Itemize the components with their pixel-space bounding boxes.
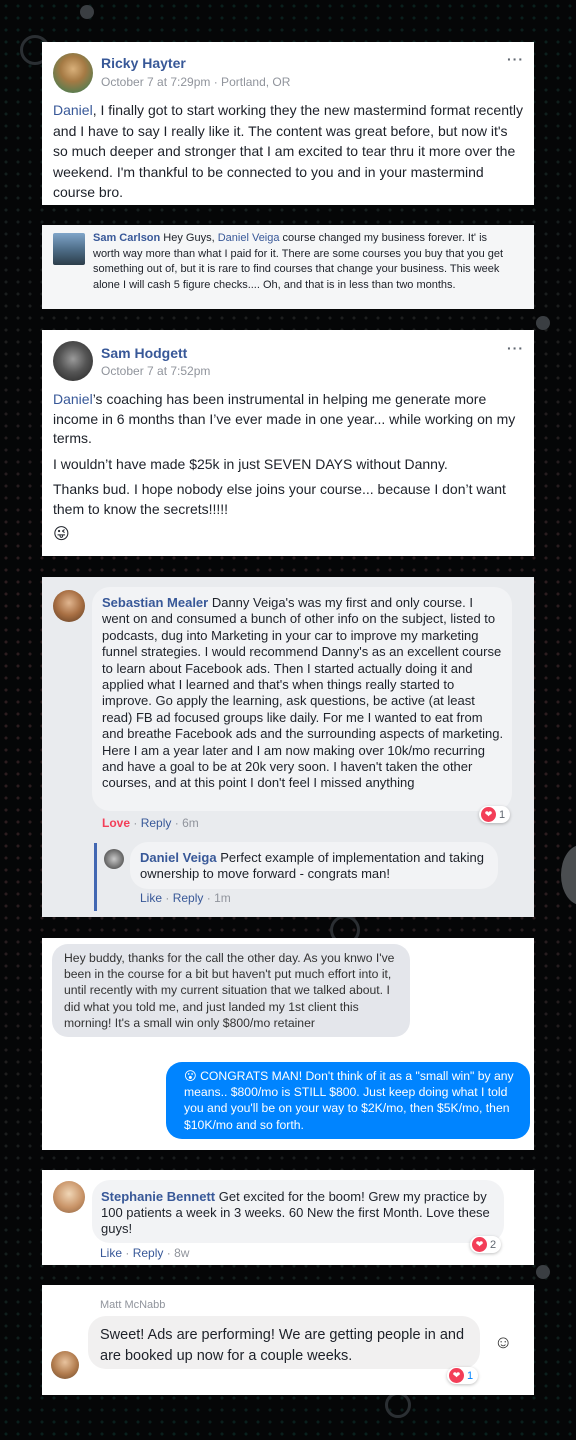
message-card-matt: Matt McNabb Sweet! Ads are performing! W… bbox=[42, 1285, 534, 1395]
more-options-icon[interactable]: ··· bbox=[507, 340, 524, 356]
like-link[interactable]: Like bbox=[140, 891, 162, 905]
post-body: Daniel’s coaching has been instrumental … bbox=[53, 390, 525, 545]
comment-card-sebastian: Sebastian Mealer Danny Veiga's was my fi… bbox=[42, 577, 534, 917]
reaction-count[interactable]: ❤ 1 bbox=[479, 806, 511, 823]
decor-dot bbox=[536, 316, 550, 330]
surprised-emoji-icon: 😮 bbox=[184, 1069, 197, 1083]
post-text: Thanks bud. I hope nobody else joins you… bbox=[53, 481, 506, 517]
comment-actions: Love · Reply · 6m bbox=[102, 816, 199, 830]
reaction-count[interactable]: ❤ 1 bbox=[447, 1367, 479, 1384]
avatar[interactable] bbox=[53, 1181, 85, 1213]
messenger-card: Hey buddy, thanks for the call the other… bbox=[42, 938, 534, 1150]
reply-actions: Like · Reply · 1m bbox=[140, 891, 231, 905]
avatar[interactable] bbox=[53, 233, 85, 265]
reaction-count[interactable]: ❤ 2 bbox=[470, 1236, 502, 1253]
avatar[interactable] bbox=[51, 1351, 79, 1379]
mention-link[interactable]: Daniel Veiga bbox=[218, 232, 280, 244]
post-meta: October 7 at 7:29pm · Portland, OR bbox=[101, 75, 291, 89]
decor-ring bbox=[385, 1392, 411, 1418]
reply-link[interactable]: Reply bbox=[141, 816, 172, 830]
reply-bubble: Daniel Veiga Perfect example of implemen… bbox=[130, 842, 498, 889]
decor-dot bbox=[536, 1265, 550, 1279]
more-options-icon[interactable]: ··· bbox=[507, 51, 524, 67]
comment-body: Sebastian Mealer Danny Veiga's was my fi… bbox=[102, 595, 504, 792]
post-card-sam-hodgett: Sam Hodgett October 7 at 7:52pm ··· Dani… bbox=[42, 330, 534, 556]
post-text: ’s coaching has been instrumental in hel… bbox=[53, 391, 516, 446]
outgoing-message-bubble: 😮 CONGRATS MAN! Don't think of it as a "… bbox=[166, 1062, 530, 1139]
reply-time: 1m bbox=[214, 891, 231, 905]
decor-blob bbox=[561, 845, 576, 905]
reply-link[interactable]: Reply bbox=[133, 1246, 164, 1260]
comment-text: Hey Guys, bbox=[160, 232, 218, 244]
post-text: , I finally got to start working they th… bbox=[53, 102, 523, 200]
heart-icon: ❤ bbox=[481, 807, 496, 822]
sender-name: Matt McNabb bbox=[100, 1299, 166, 1311]
comment-bubble: Sebastian Mealer Danny Veiga's was my fi… bbox=[92, 587, 512, 811]
incoming-message-bubble: Hey buddy, thanks for the call the other… bbox=[52, 944, 410, 1038]
avatar[interactable] bbox=[53, 53, 93, 93]
comment-bubble: Stephanie Bennett Get excited for the bo… bbox=[92, 1180, 504, 1243]
post-text: I wouldn’t have made $25k in just SEVEN … bbox=[53, 455, 448, 472]
heart-icon: ❤ bbox=[449, 1368, 464, 1383]
avatar[interactable] bbox=[104, 849, 124, 869]
comment-actions: Like · Reply · 8w bbox=[100, 1246, 190, 1260]
love-link[interactable]: Love bbox=[102, 816, 130, 830]
comment-body: Stephanie Bennett Get excited for the bo… bbox=[101, 1189, 497, 1238]
comment-card-stephanie: Stephanie Bennett Get excited for the bo… bbox=[42, 1170, 534, 1265]
author-name[interactable]: Ricky Hayter bbox=[101, 55, 186, 71]
author-name[interactable]: Sebastian Mealer bbox=[102, 595, 208, 610]
comment-time: 6m bbox=[182, 816, 199, 830]
mention-link[interactable]: Daniel bbox=[53, 102, 93, 118]
message-bubble: Sweet! Ads are performing! We are gettin… bbox=[88, 1316, 480, 1369]
reply-thread-line bbox=[94, 843, 97, 911]
avatar[interactable] bbox=[53, 341, 93, 381]
reply-link[interactable]: Reply bbox=[173, 891, 204, 905]
author-name[interactable]: Sam Carlson bbox=[93, 232, 160, 244]
post-meta: October 7 at 7:52pm bbox=[101, 364, 211, 378]
comment-text: Danny Veiga's was my first and only cour… bbox=[102, 595, 504, 791]
message-text: CONGRATS MAN! Don't think of it as a "sm… bbox=[184, 1069, 514, 1132]
comment-card-sam-carlson: Sam Carlson Hey Guys, Daniel Veiga cours… bbox=[42, 225, 534, 309]
post-body: Daniel, I finally got to start working t… bbox=[53, 100, 525, 203]
post-card-ricky: Ricky Hayter October 7 at 7:29pm · Portl… bbox=[42, 42, 534, 205]
heart-icon: ❤ bbox=[472, 1237, 487, 1252]
reply-body: Daniel Veiga Perfect example of implemen… bbox=[140, 850, 490, 883]
author-name[interactable]: Stephanie Bennett bbox=[101, 1189, 215, 1204]
winking-tongue-emoji-icon: 😜 bbox=[53, 526, 70, 543]
comment-body: Sam Carlson Hey Guys, Daniel Veiga cours… bbox=[93, 231, 511, 293]
decor-dot bbox=[80, 5, 94, 19]
comment-time: 8w bbox=[174, 1246, 190, 1260]
avatar[interactable] bbox=[53, 590, 85, 622]
add-reaction-smiley-icon[interactable]: ☺ bbox=[494, 1332, 512, 1353]
like-link[interactable]: Like bbox=[100, 1246, 122, 1260]
reply-author-name[interactable]: Daniel Veiga bbox=[140, 850, 217, 865]
mention-link[interactable]: Daniel bbox=[53, 391, 93, 407]
author-name[interactable]: Sam Hodgett bbox=[101, 345, 187, 361]
